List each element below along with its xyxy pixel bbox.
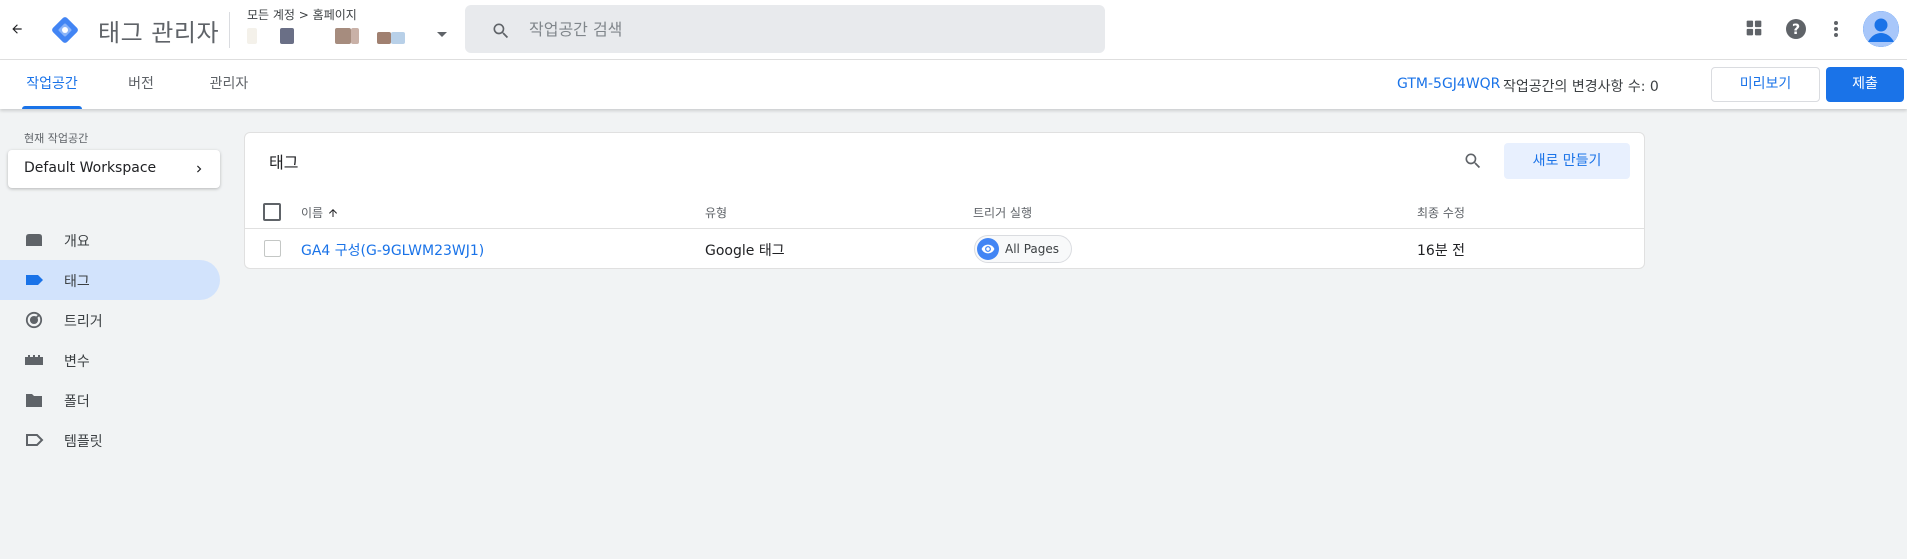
trigger-chip-label: All Pages <box>1005 242 1059 256</box>
workspace-name: Default Workspace <box>24 160 157 176</box>
sort-arrow-up-icon <box>327 207 339 222</box>
column-header-label: 이름 <box>301 206 324 220</box>
template-icon <box>24 431 44 449</box>
svg-text:?: ? <box>1792 22 1800 38</box>
apps-grid-icon[interactable] <box>1743 17 1765 43</box>
folder-icon <box>24 391 44 409</box>
app-title: 태그 관리자 <box>98 19 220 47</box>
trigger-icon <box>24 311 44 329</box>
title-divider <box>229 12 230 48</box>
column-header-trigger[interactable]: 트리거 실행 <box>973 204 1032 221</box>
redacted-block <box>391 32 405 44</box>
redacted-block <box>377 32 391 44</box>
sidebar-item-label: 태그 <box>64 274 90 290</box>
redacted-block <box>351 28 359 44</box>
tab-workspace[interactable]: 작업공간 <box>22 60 82 109</box>
sidebar-item-templates[interactable]: 템플릿 <box>0 420 220 460</box>
tag-icon <box>24 271 44 289</box>
overview-icon <box>24 231 44 249</box>
last-modified: 16분 전 <box>1417 243 1466 259</box>
top-app-bar: 태그 관리자 모든 계정 > 홈페이지 ? <box>0 0 1907 60</box>
sidebar-item-label: 템플릿 <box>64 434 103 450</box>
tab-admin[interactable]: 관리자 <box>206 60 252 109</box>
sidebar-item-label: 변수 <box>64 354 90 370</box>
workspace-search-bar[interactable] <box>465 5 1105 53</box>
workspace-selector[interactable]: Default Workspace <box>8 150 220 188</box>
help-icon[interactable]: ? <box>1784 17 1808 45</box>
submit-button[interactable]: 제출 <box>1826 67 1904 102</box>
sidebar-item-label: 폴더 <box>64 394 90 410</box>
sidebar-item-tags[interactable]: 태그 <box>0 260 220 300</box>
chevron-right-icon <box>192 162 206 180</box>
search-icon[interactable] <box>1463 151 1483 175</box>
sidebar-item-folders[interactable]: 폴더 <box>0 380 220 420</box>
search-input[interactable] <box>529 17 1089 41</box>
table-header: 이름 유형 트리거 실행 최종 수정 <box>245 195 1644 229</box>
account-avatar[interactable] <box>1863 11 1899 47</box>
redacted-block <box>247 28 257 44</box>
tags-card-title: 태그 <box>269 153 299 172</box>
sidebar-item-triggers[interactable]: 트리거 <box>0 300 220 340</box>
sidebar-item-variables[interactable]: 변수 <box>0 340 220 380</box>
sidebar-item-overview[interactable]: 개요 <box>0 220 220 260</box>
workspace-tab-bar: 작업공간 버전 관리자 GTM-5GJ4WQR 작업공간의 변경사항 수: 0 … <box>0 60 1907 109</box>
select-all-checkbox[interactable] <box>263 203 281 221</box>
workspace-changes-count: 작업공간의 변경사항 수: 0 <box>1503 79 1659 95</box>
redacted-block <box>335 28 351 44</box>
breadcrumb[interactable]: 모든 계정 > 홈페이지 <box>247 6 357 23</box>
sidebar-item-label: 트리거 <box>64 314 103 330</box>
new-tag-button[interactable]: 새로 만들기 <box>1504 143 1630 179</box>
preview-button[interactable]: 미리보기 <box>1711 67 1820 102</box>
variable-icon <box>24 351 44 369</box>
pageview-eye-icon <box>977 238 999 260</box>
back-arrow-icon[interactable] <box>6 18 28 40</box>
container-selector[interactable] <box>247 24 447 50</box>
current-workspace-caption: 현재 작업공간 <box>24 132 89 145</box>
tab-versions[interactable]: 버전 <box>124 60 158 109</box>
sidebar-item-label: 개요 <box>64 234 90 250</box>
tags-table-card: 태그 새로 만들기 이름 유형 트리거 실행 최종 수정 GA4 구성(G-9G… <box>244 132 1645 269</box>
column-header-type[interactable]: 유형 <box>705 204 727 221</box>
chevron-down-icon <box>437 32 447 37</box>
tag-manager-logo-icon[interactable] <box>48 13 82 47</box>
container-id-link[interactable]: GTM-5GJ4WQR <box>1397 76 1500 92</box>
more-vert-icon[interactable] <box>1826 17 1846 45</box>
tag-name-link[interactable]: GA4 구성(G-9GLWM23WJ1) <box>301 240 484 260</box>
search-icon <box>491 21 511 45</box>
column-header-name[interactable]: 이름 <box>301 204 339 222</box>
column-header-modified[interactable]: 최종 수정 <box>1417 204 1465 221</box>
tag-type: Google 태그 <box>705 243 785 259</box>
redacted-block <box>280 28 294 44</box>
trigger-chip[interactable]: All Pages <box>974 235 1072 263</box>
table-row[interactable]: GA4 구성(G-9GLWM23WJ1) Google 태그 All Pages… <box>245 230 1644 268</box>
row-checkbox[interactable] <box>264 240 281 257</box>
